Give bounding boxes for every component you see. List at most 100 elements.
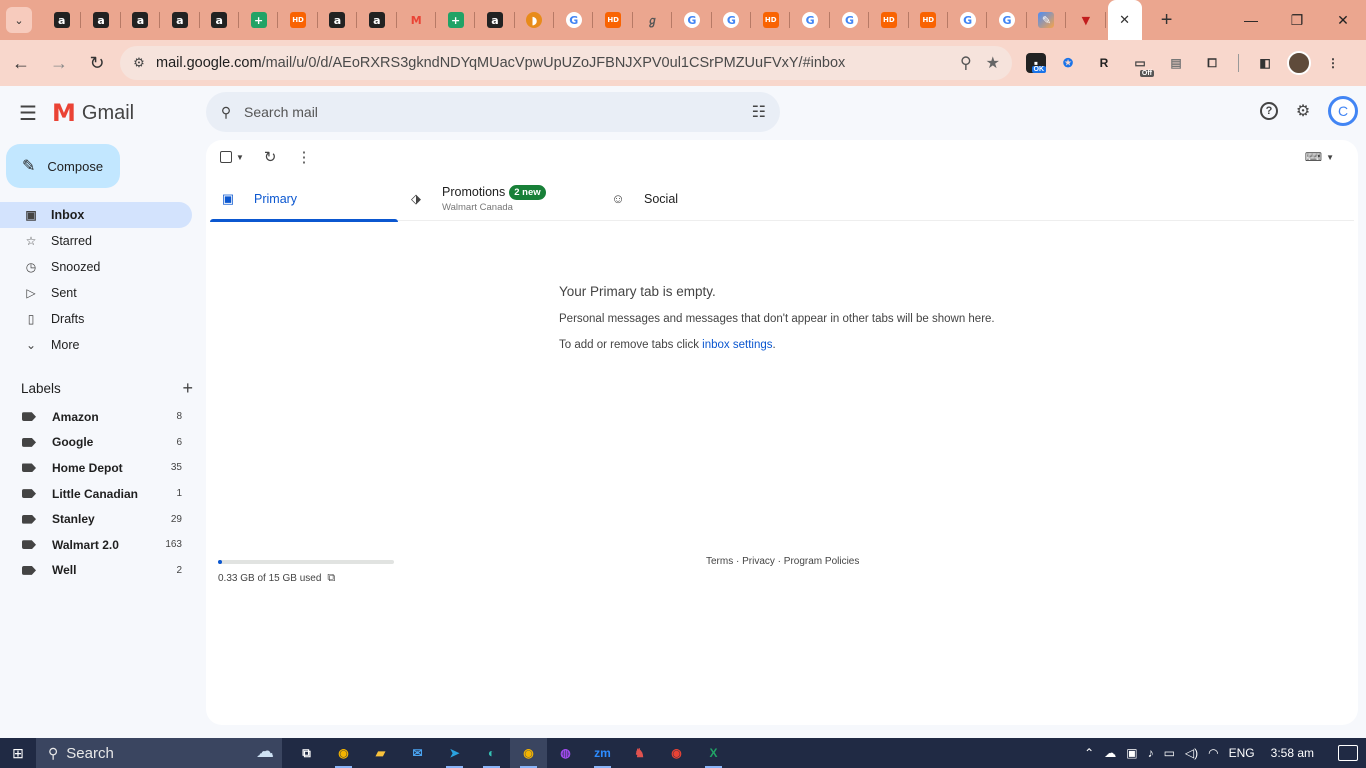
browser-tab[interactable]: HD [593,0,634,40]
clock[interactable]: 3:58 am [1271,746,1314,760]
zoom-icon[interactable]: ⚲ [960,53,972,73]
browser-tab[interactable]: ◗ [515,0,555,40]
tab-promotions[interactable]: ⬗ Promotions 2 new Walmart Canada [398,176,600,221]
battery-icon[interactable]: ▭ [1164,746,1175,760]
address-bar[interactable]: ⚙ mail.google.com/mail/u/0/d/AEoRXRS3gkn… [120,46,1012,80]
bookmark-star-icon[interactable]: ★ [986,53,1000,73]
forward-button[interactable]: → [42,46,76,80]
browser-tab[interactable]: HD [278,0,319,40]
browser-tab[interactable]: a [81,0,122,40]
browser-menu-icon[interactable]: ⋮ [1319,49,1347,77]
sidebar-item-snoozed[interactable]: ◷ Snoozed [0,254,192,280]
label-item[interactable]: Walmart 2.0 163 [0,532,192,558]
browser-tab[interactable]: a [160,0,200,40]
chrome-icon[interactable]: ◉ [510,738,547,768]
browser-tab[interactable]: a [475,0,516,40]
label-item[interactable]: Google 6 [0,430,192,456]
browser-tab[interactable]: a [42,0,82,40]
volume-icon[interactable]: ◁) [1185,746,1198,760]
label-item[interactable]: Stanley 29 [0,506,192,532]
tab-search-button[interactable]: ⌄ [6,7,32,33]
url-text[interactable]: mail.google.com/mail/u/0/d/AEoRXRS3gkndN… [156,55,845,71]
browser-tab[interactable]: + [239,0,279,40]
refresh-icon[interactable]: ↻ [264,148,277,166]
extension-blue-icon[interactable]: ✪ [1054,49,1082,77]
chevron-up-icon[interactable]: ⌃ [1084,746,1094,760]
sidebar-item-inbox[interactable]: ▣ Inbox [0,202,192,228]
gmail-logo[interactable]: M Gmail [52,99,134,127]
restore-button[interactable]: ❐ [1274,0,1320,40]
windows-start-icon[interactable]: ⊞ [0,745,36,762]
compose-button[interactable]: ✎ Compose [6,144,120,188]
browser-tab[interactable]: a [318,0,358,40]
settings-gear-icon[interactable]: ⚙ [1292,100,1314,122]
open-external-icon[interactable]: ⧉ [327,572,335,585]
back-button[interactable]: ← [4,46,38,80]
microphone-icon[interactable]: ♪ [1148,746,1154,760]
side-panel-icon[interactable]: ◧ [1251,49,1279,77]
label-item[interactable]: Home Depot 35 [0,455,192,481]
select-menu-chevron-icon[interactable]: ▼ [236,153,244,162]
extension-ok-icon[interactable]: ▪ OK [1026,53,1046,73]
search-options-icon[interactable]: ☷ [752,102,766,122]
label-item[interactable]: Well 2 [0,558,192,584]
browser-tab[interactable]: G [712,0,752,40]
new-tab-button[interactable]: + [1152,5,1182,35]
telegram-icon[interactable]: ➤ [436,738,473,768]
label-item[interactable]: Amazon 8 [0,404,192,430]
excel-icon[interactable]: X [695,738,732,768]
minimize-button[interactable]: — [1228,0,1274,40]
chrome-icon[interactable]: ◉ [658,738,695,768]
chrome-icon[interactable]: ◉ [325,738,362,768]
add-label-icon[interactable]: + [182,378,193,399]
tab-primary[interactable]: ▣ Primary [210,176,398,222]
zoom-icon[interactable]: zm [584,738,621,768]
browser-tab[interactable]: G [672,0,713,40]
search-icon[interactable]: ⚲ [208,104,244,121]
select-all-checkbox[interactable] [220,151,232,163]
browser-tab[interactable]: M [397,0,437,40]
browser-tab[interactable]: ✎ [1027,0,1067,40]
taskbar-search[interactable]: ⚲ Search ☁ [36,738,282,768]
camera-icon[interactable]: ▣ [1126,746,1137,760]
extension-misc-icon[interactable]: ▤ [1162,49,1190,77]
browser-tab[interactable]: G [948,0,988,40]
sidebar-item-drafts[interactable]: ▯ Drafts [0,306,192,332]
footer-links[interactable]: Terms · Privacy · Program Policies [706,556,859,567]
browser-tab[interactable]: a [357,0,397,40]
help-icon[interactable]: ? [1260,102,1278,120]
browser-tab[interactable]: G [987,0,1028,40]
browser-tab[interactable]: + [436,0,476,40]
profile-avatar[interactable] [1287,51,1311,75]
inbox-settings-link[interactable]: inbox settings [702,339,772,351]
sidebar-item-more[interactable]: ⌄ More [0,332,192,358]
more-options-icon[interactable]: ⋮ [297,148,312,166]
browser-tab[interactable]: a [121,0,161,40]
site-info-icon[interactable]: ⚙ [124,55,154,71]
browser-tab[interactable]: ▼ [1066,0,1106,40]
mail-icon[interactable]: ✉ [399,738,436,768]
account-avatar[interactable]: C [1328,96,1358,126]
file-explorer-icon[interactable]: ▰ [362,738,399,768]
browser-tab[interactable]: G [554,0,594,40]
weather-cloud-icon[interactable]: ☁ [256,741,274,762]
close-window-button[interactable]: ✕ [1320,0,1366,40]
browser-tab[interactable]: ℊ [633,0,673,40]
task-view-icon[interactable]: ⧉ [288,738,325,768]
edge-icon[interactable]: ◐ [473,738,510,768]
browser-tab[interactable]: G [830,0,870,40]
sidebar-item-sent[interactable]: ▷ Sent [0,280,192,306]
label-item[interactable]: Little Canadian 1 [0,481,192,507]
extension-rs-icon[interactable]: R [1090,49,1118,77]
onedrive-icon[interactable]: ☁ [1104,746,1116,760]
extensions-puzzle-icon[interactable]: ⧠ [1198,49,1226,77]
reload-button[interactable]: ↻ [80,46,114,80]
tab-social[interactable]: ☺ Social [600,176,788,221]
active-tab[interactable]: ✕ [1107,0,1142,40]
language-indicator[interactable]: ENG [1229,746,1255,760]
browser-tab[interactable]: G [790,0,831,40]
main-menu-icon[interactable]: ☰ [4,101,52,126]
search-input[interactable] [244,104,724,120]
browser-tab[interactable]: HD [909,0,949,40]
browser-tab[interactable]: a [200,0,240,40]
